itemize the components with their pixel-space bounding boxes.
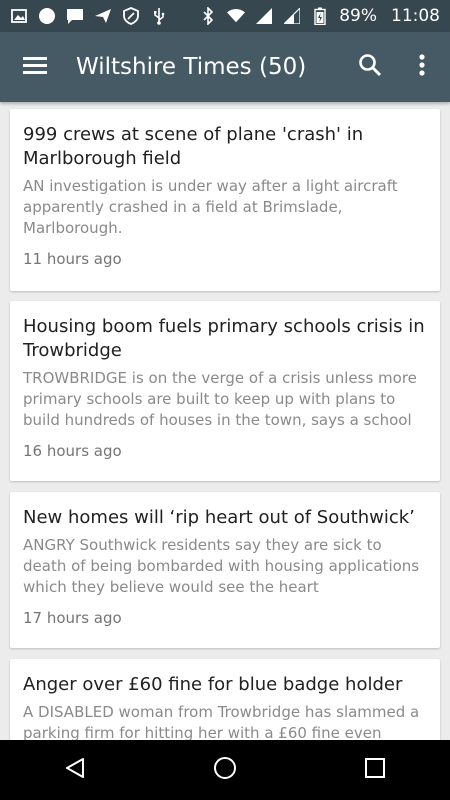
article-summary: TROWBRIDGE is on the verge of a crisis u… <box>23 369 417 429</box>
article-card[interactable]: Housing boom fuels primary schools crisi… <box>10 301 440 481</box>
article-time: 11 hours ago <box>23 250 122 268</box>
home-button[interactable] <box>180 740 270 800</box>
send-icon <box>94 7 112 25</box>
back-triangle-icon <box>64 757 86 783</box>
usb-icon <box>150 7 168 25</box>
app-toolbar: Wiltshire Times (50) <box>0 32 450 102</box>
wifi-icon <box>227 7 246 25</box>
menu-button[interactable] <box>0 32 70 102</box>
notification-icons <box>10 7 168 25</box>
circle-icon <box>38 7 56 25</box>
system-icons: 89% 11:08 <box>199 6 440 26</box>
battery-percent: 89% <box>339 6 377 26</box>
article-title: Housing boom fuels primary schools crisi… <box>23 316 425 361</box>
article-time: 16 hours ago <box>23 442 122 460</box>
back-button[interactable] <box>30 740 120 800</box>
article-time: 17 hours ago <box>23 609 122 627</box>
article-card[interactable]: 999 crews at scene of plane 'crash' in M… <box>10 109 440 291</box>
recents-square-icon <box>365 758 385 782</box>
article-summary: A DISABLED woman from Trowbridge has sla… <box>23 703 420 740</box>
battery-icon <box>311 7 329 25</box>
shield-icon <box>122 7 140 25</box>
article-card[interactable]: Anger over £60 fine for blue badge holde… <box>10 659 440 740</box>
search-icon <box>358 53 382 81</box>
article-summary: AN investigation is under way after a li… <box>23 177 398 237</box>
article-title: New homes will ‘rip heart out of Southwi… <box>23 507 415 528</box>
more-vert-icon <box>419 54 425 80</box>
article-card[interactable]: New homes will ‘rip heart out of Southwi… <box>10 492 440 648</box>
navigation-bar <box>0 740 450 800</box>
page-title: Wiltshire Times (50) <box>76 54 307 80</box>
bluetooth-icon <box>199 7 217 25</box>
signal-2-icon <box>283 7 301 25</box>
clock: 11:08 <box>391 6 440 26</box>
recents-button[interactable] <box>330 740 420 800</box>
overflow-menu-button[interactable] <box>396 32 448 102</box>
article-summary: ANGRY Southwick residents say they are s… <box>23 536 420 596</box>
gallery-icon <box>10 7 28 25</box>
article-title: 999 crews at scene of plane 'crash' in M… <box>23 124 364 169</box>
search-button[interactable] <box>344 32 396 102</box>
chat-icon <box>66 7 84 25</box>
status-bar: 89% 11:08 <box>0 0 450 32</box>
article-list[interactable]: 999 crews at scene of plane 'crash' in M… <box>0 102 450 740</box>
hamburger-icon <box>23 55 47 79</box>
home-circle-icon <box>213 756 237 784</box>
article-title: Anger over £60 fine for blue badge holde… <box>23 674 403 695</box>
signal-icon <box>255 7 273 25</box>
